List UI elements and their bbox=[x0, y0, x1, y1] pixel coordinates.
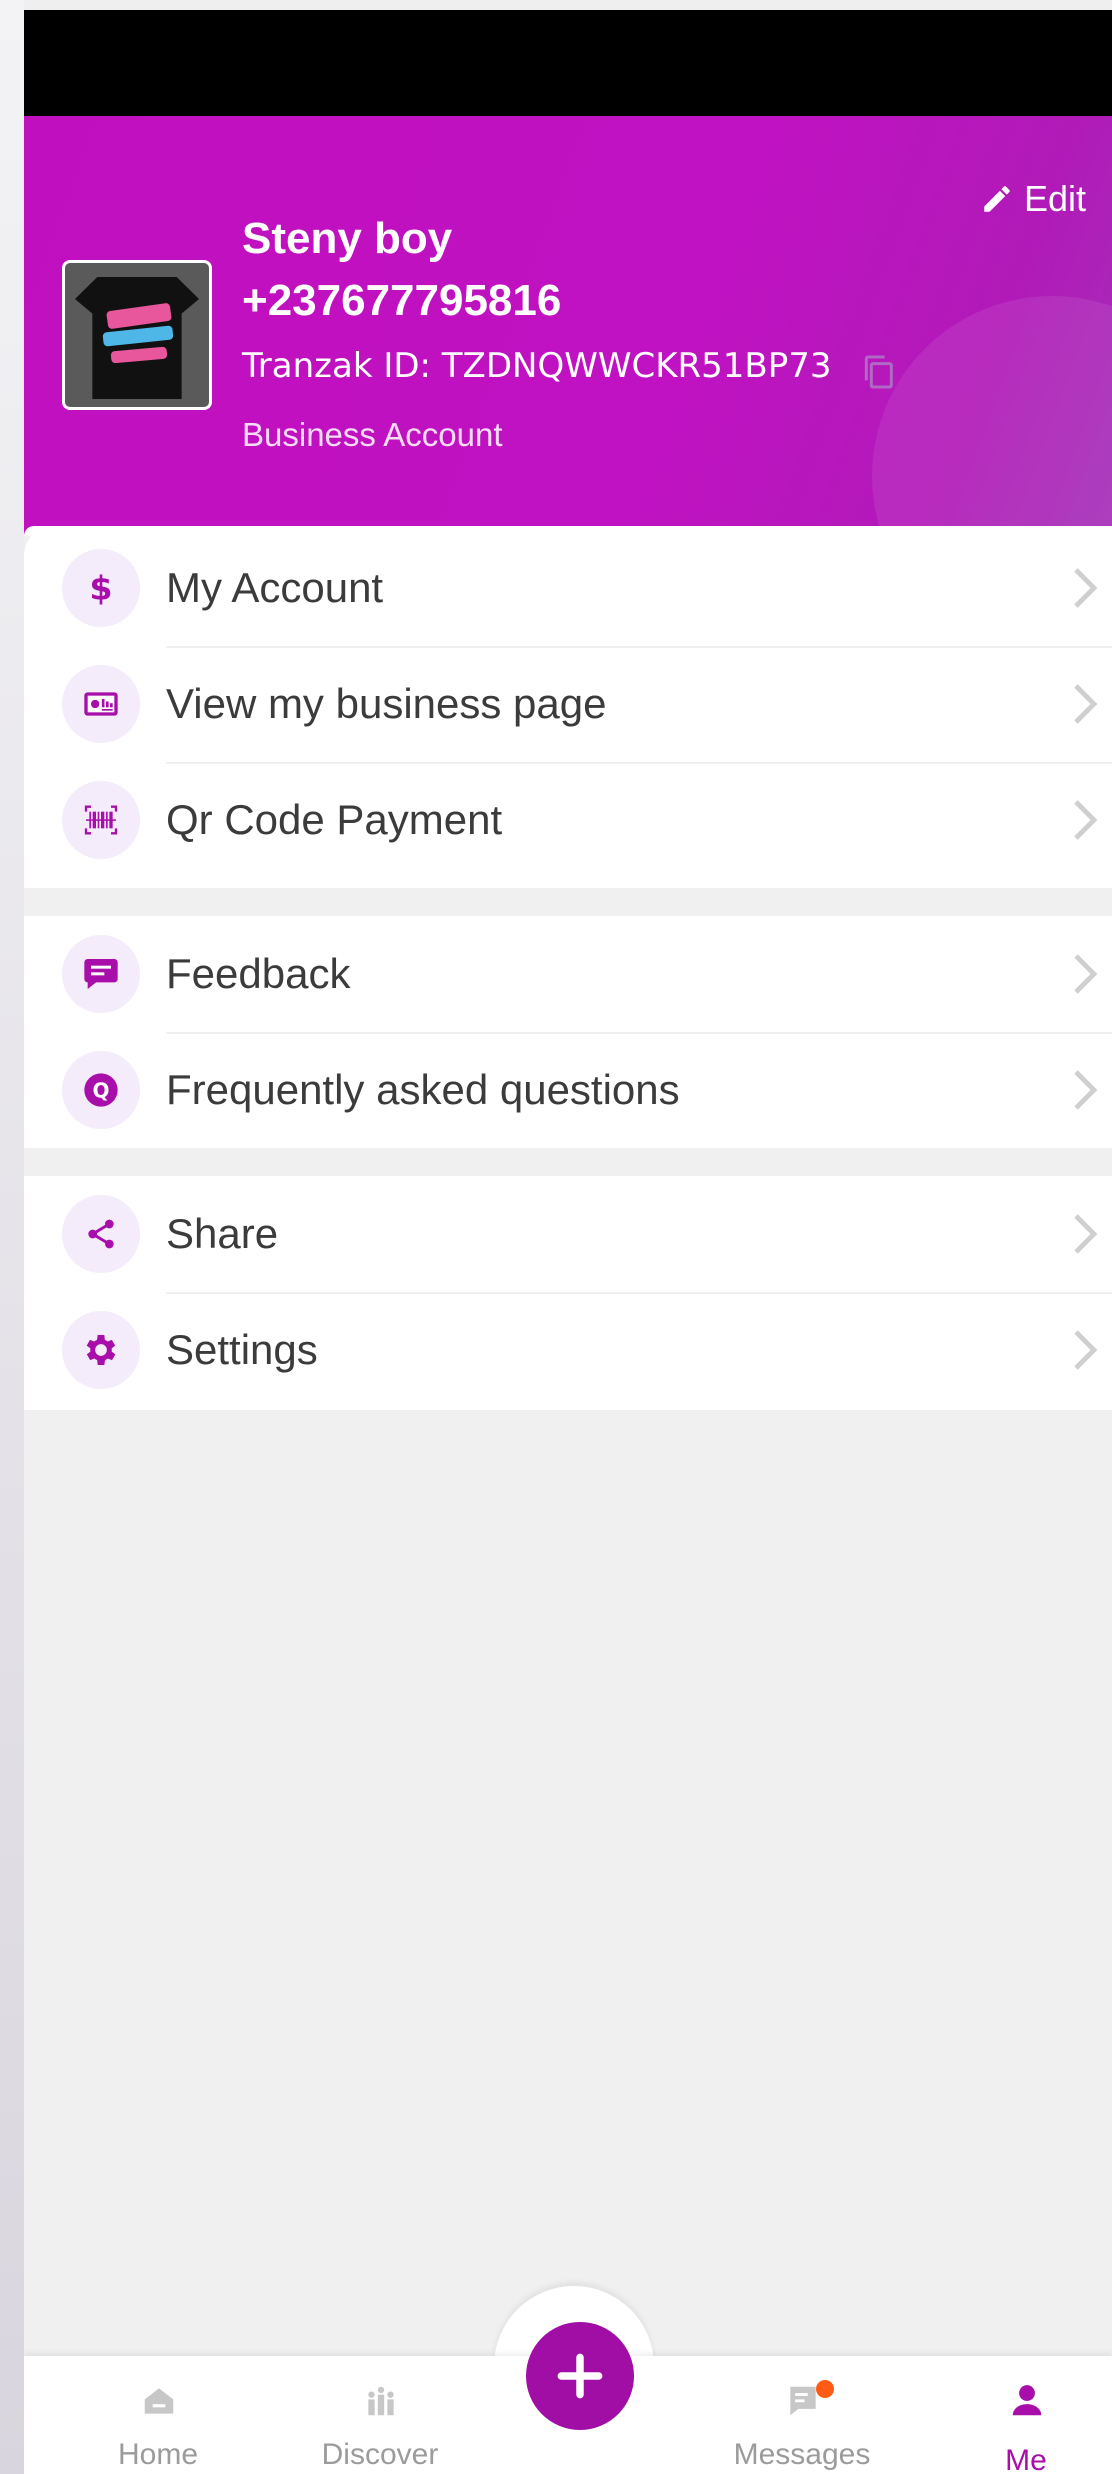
profile-name: Steny boy bbox=[242, 214, 453, 263]
pencil-icon bbox=[984, 186, 1010, 212]
chevron-right-icon bbox=[1074, 1070, 1098, 1110]
status-bar bbox=[24, 10, 1112, 116]
nav-messages[interactable]: Messages bbox=[702, 2356, 902, 2474]
nav-me[interactable]: Me bbox=[926, 2356, 1112, 2474]
add-button[interactable] bbox=[526, 2322, 634, 2430]
chevron-right-icon bbox=[1074, 1330, 1098, 1370]
menu-item-business-page[interactable]: View my business page bbox=[24, 646, 1112, 762]
share-icon bbox=[62, 1195, 140, 1273]
chevron-right-icon bbox=[1074, 1214, 1098, 1254]
menu-group-more: Share Settings bbox=[24, 1176, 1112, 1410]
menu-item-faq[interactable]: Q Frequently asked questions bbox=[24, 1032, 1112, 1148]
menu-group-account: $ My Account View my business page Qr Co… bbox=[24, 526, 1112, 888]
menu-item-my-account[interactable]: $ My Account bbox=[24, 530, 1112, 646]
svg-text:$: $ bbox=[89, 569, 112, 608]
svg-text:Q: Q bbox=[92, 1079, 109, 1103]
menu-item-settings[interactable]: Settings bbox=[24, 1292, 1112, 1408]
home-icon bbox=[144, 2388, 174, 2414]
notification-badge bbox=[816, 2380, 834, 2398]
discover-icon bbox=[368, 2386, 394, 2416]
menu-item-share[interactable]: Share bbox=[24, 1176, 1112, 1292]
menu-item-label: My Account bbox=[166, 564, 384, 611]
menu-group-help: Feedback Q Frequently asked questions bbox=[24, 916, 1112, 1148]
gear-icon bbox=[62, 1311, 140, 1389]
menu-item-label: Settings bbox=[166, 1326, 318, 1373]
menu-item-feedback[interactable]: Feedback bbox=[24, 916, 1112, 1032]
avatar[interactable] bbox=[62, 260, 212, 410]
edit-button[interactable]: Edit bbox=[980, 178, 1086, 220]
menu-item-qr-payment[interactable]: Qr Code Payment bbox=[24, 762, 1112, 878]
chevron-right-icon bbox=[1074, 954, 1098, 994]
nav-home-label: Home bbox=[117, 2438, 199, 2471]
tranzak-id: Tranzak ID: TZDNQWWCKR51BP73 bbox=[242, 346, 832, 386]
nav-messages-label: Messages bbox=[733, 2438, 871, 2471]
left-gutter bbox=[0, 0, 24, 2474]
plus-icon bbox=[557, 2353, 603, 2399]
app-screen: Edit Steny boy +237677795816 Tranzak ID:… bbox=[24, 10, 1112, 2474]
nav-discover-label: Discover bbox=[321, 2438, 439, 2471]
header-decoration bbox=[872, 296, 1112, 536]
nav-me-label: Me bbox=[1005, 2444, 1047, 2474]
profile-icon bbox=[1012, 2385, 1042, 2416]
chevron-right-icon bbox=[1074, 800, 1098, 840]
faq-icon: Q bbox=[62, 1051, 140, 1129]
menu-item-label: Share bbox=[166, 1210, 279, 1257]
business-card-icon bbox=[62, 665, 140, 743]
account-type: Business Account bbox=[242, 416, 503, 453]
menu-item-label: View my business page bbox=[166, 680, 607, 727]
menu-item-label: Frequently asked questions bbox=[166, 1066, 680, 1113]
barcode-icon bbox=[62, 781, 140, 859]
nav-discover[interactable]: Discover bbox=[280, 2356, 480, 2474]
profile-header: Edit Steny boy +237677795816 Tranzak ID:… bbox=[24, 116, 1112, 536]
edit-label: Edit bbox=[1023, 178, 1086, 219]
profile-phone: +237677795816 bbox=[242, 276, 562, 325]
nav-home[interactable]: Home bbox=[58, 2356, 258, 2474]
feedback-icon bbox=[62, 935, 140, 1013]
menu-item-label: Feedback bbox=[166, 950, 351, 997]
dollar-icon: $ bbox=[62, 549, 140, 627]
menu-item-label: Qr Code Payment bbox=[166, 796, 503, 843]
copy-icon[interactable] bbox=[858, 352, 898, 392]
chevron-right-icon bbox=[1074, 684, 1098, 724]
chevron-right-icon bbox=[1074, 568, 1098, 608]
